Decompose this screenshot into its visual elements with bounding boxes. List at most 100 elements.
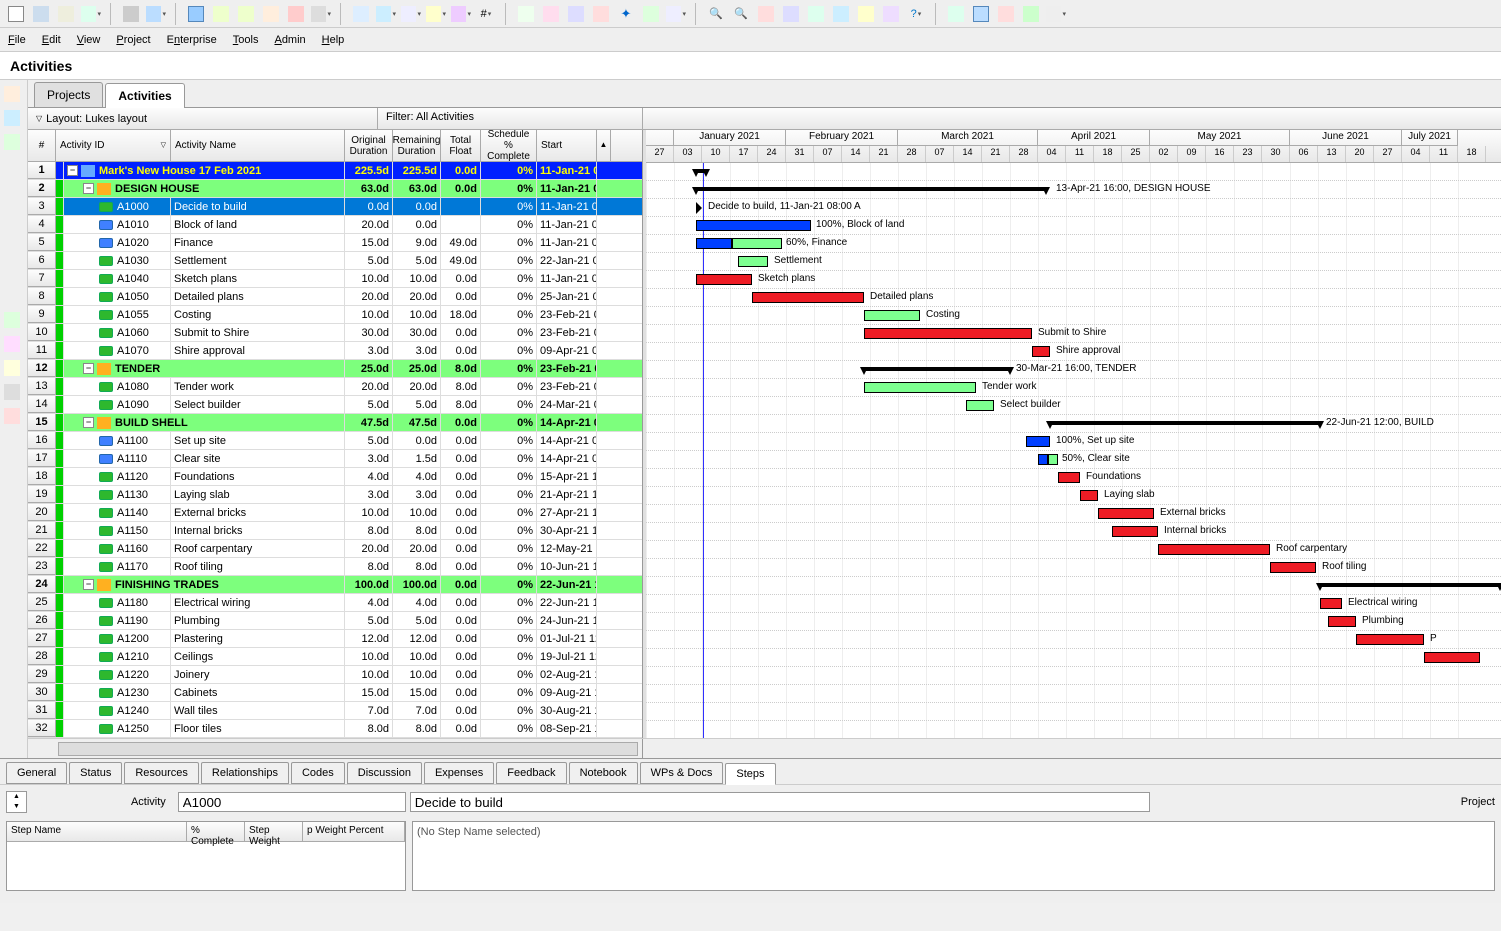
toolbar-icon[interactable]: # (475, 3, 497, 25)
gantt-row[interactable] (646, 685, 1501, 703)
detail-tab-expenses[interactable]: Expenses (424, 762, 494, 784)
cell-name[interactable]: Ceilings (171, 648, 345, 665)
cell-name[interactable]: Costing (171, 306, 345, 323)
cell-name[interactable]: Submit to Shire (171, 324, 345, 341)
gantt-row[interactable]: Plumbing (646, 613, 1501, 631)
cell-id[interactable]: A1090 (64, 396, 171, 413)
day-header[interactable]: 11 (1066, 146, 1094, 162)
cell-id[interactable]: A1240 (64, 702, 171, 719)
steps-grid[interactable]: Step Name % Complete Step Weight p Weigh… (6, 821, 406, 891)
gantt-row[interactable] (646, 577, 1501, 595)
toolbar-icon[interactable] (350, 3, 372, 25)
detail-tab-general[interactable]: General (6, 762, 67, 784)
gantt-bar[interactable] (1270, 562, 1316, 573)
gantt-bar[interactable] (1026, 436, 1050, 447)
cell-name[interactable]: External bricks (171, 504, 345, 521)
day-header[interactable]: 04 (1038, 146, 1066, 162)
toolbar-icon[interactable] (880, 3, 902, 25)
cell-id[interactable]: A1055 (64, 306, 171, 323)
gantt-row[interactable] (646, 721, 1501, 738)
gantt-bar[interactable] (732, 238, 782, 249)
cell-id[interactable]: A1180 (64, 594, 171, 611)
month-header[interactable]: June 2021 (1290, 130, 1402, 146)
gantt-row[interactable]: Select builder (646, 397, 1501, 415)
gantt-row[interactable] (646, 163, 1501, 181)
cell-id[interactable]: A1000 (64, 198, 171, 215)
grid-row[interactable]: 1−Mark's New House 17 Feb 2021225.5d225.… (28, 162, 642, 180)
month-header[interactable]: March 2021 (898, 130, 1038, 146)
toolbar-icon[interactable] (310, 3, 332, 25)
toolbar-icon[interactable]: ✦ (615, 3, 637, 25)
toolbar-icon[interactable] (1045, 3, 1067, 25)
day-header[interactable]: 04 (1402, 146, 1430, 162)
detail-tab-discussion[interactable]: Discussion (347, 762, 422, 784)
toolbar-icon[interactable] (780, 3, 802, 25)
day-header[interactable]: 02 (1150, 146, 1178, 162)
grid-row[interactable]: 8A1050Detailed plans20.0d20.0d0.0d0%25-J… (28, 288, 642, 306)
day-header[interactable]: 31 (786, 146, 814, 162)
gantt-bar[interactable] (1424, 652, 1480, 663)
grid-row[interactable]: 18A1120Foundations4.0d4.0d0.0d0%15-Apr-2… (28, 468, 642, 486)
cell-id[interactable]: A1250 (64, 720, 171, 737)
collapse-icon[interactable]: − (83, 183, 94, 194)
day-header[interactable]: 14 (954, 146, 982, 162)
grid-row[interactable]: 6A1030Settlement5.0d5.0d49.0d0%22-Jan-21… (28, 252, 642, 270)
menu-help[interactable]: Help (322, 34, 345, 46)
gantt-row[interactable]: Submit to Shire (646, 325, 1501, 343)
gantt-bar[interactable] (864, 382, 976, 393)
cell-id[interactable]: A1040 (64, 270, 171, 287)
gantt-row[interactable]: 30-Mar-21 16:00, TENDER (646, 361, 1501, 379)
gantt-bar[interactable] (966, 400, 994, 411)
toolbar-icon[interactable] (830, 3, 852, 25)
grid-row[interactable]: 9A1055Costing10.0d10.0d18.0d0%23-Feb-21 … (28, 306, 642, 324)
detail-tab-codes[interactable]: Codes (291, 762, 345, 784)
toolbar-icon[interactable] (210, 3, 232, 25)
collapse-icon[interactable]: − (83, 579, 94, 590)
sidebar-icon[interactable] (2, 132, 22, 152)
gantt-bar[interactable] (696, 220, 811, 231)
gantt-row[interactable]: Costing (646, 307, 1501, 325)
month-header[interactable]: May 2021 (1150, 130, 1290, 146)
day-header[interactable]: 21 (982, 146, 1010, 162)
grid-row[interactable]: 14A1090Select builder5.0d5.0d8.0d0%24-Ma… (28, 396, 642, 414)
toolbar-icon[interactable] (945, 3, 967, 25)
sidebar-icon[interactable] (2, 334, 22, 354)
gantt-bar[interactable] (1158, 544, 1270, 555)
gantt-row[interactable] (646, 649, 1501, 667)
gantt-bar[interactable] (1328, 616, 1356, 627)
cell-id[interactable]: A1020 (64, 234, 171, 251)
sidebar-icon[interactable] (2, 382, 22, 402)
gantt-row[interactable] (646, 667, 1501, 685)
gantt-row[interactable]: P (646, 631, 1501, 649)
day-header[interactable]: 09 (1178, 146, 1206, 162)
sidebar-icon[interactable] (2, 84, 22, 104)
cell-name[interactable]: Plastering (171, 630, 345, 647)
summary-bar[interactable] (1050, 421, 1320, 425)
scroll-up-icon[interactable]: ▲ (597, 130, 611, 161)
grid-row[interactable]: 27A1200Plastering12.0d12.0d0.0d0%01-Jul-… (28, 630, 642, 648)
gantt-bar[interactable] (1038, 454, 1048, 465)
grid-row[interactable]: 10A1060Submit to Shire30.0d30.0d0.0d0%23… (28, 324, 642, 342)
toolbar-icon[interactable] (540, 3, 562, 25)
cell-name[interactable]: Shire approval (171, 342, 345, 359)
cell-id[interactable]: −TENDER (64, 360, 345, 377)
day-header[interactable]: 16 (1206, 146, 1234, 162)
gantt-bar[interactable] (1112, 526, 1158, 537)
gantt-chart[interactable]: January 2021February 2021March 2021April… (643, 130, 1501, 738)
toolbar-icon[interactable] (260, 3, 282, 25)
col-name[interactable]: Activity Name (171, 130, 345, 161)
grid-row[interactable]: 24−FINISHING TRADES100.0d100.0d0.0d0%22-… (28, 576, 642, 594)
sidebar-icon[interactable] (2, 406, 22, 426)
day-header[interactable]: 14 (842, 146, 870, 162)
toolbar-icon[interactable] (1020, 3, 1042, 25)
day-header[interactable]: 28 (1010, 146, 1038, 162)
toolbar-icon[interactable] (755, 3, 777, 25)
cell-name[interactable]: Detailed plans (171, 288, 345, 305)
sidebar-icon[interactable] (2, 358, 22, 378)
gantt-row[interactable]: Laying slab (646, 487, 1501, 505)
sidebar-icon[interactable] (2, 310, 22, 330)
menu-edit[interactable]: Edit (42, 34, 61, 46)
toolbar-icon[interactable] (640, 3, 662, 25)
day-header[interactable]: 11 (1430, 146, 1458, 162)
milestone-icon[interactable] (696, 202, 708, 214)
